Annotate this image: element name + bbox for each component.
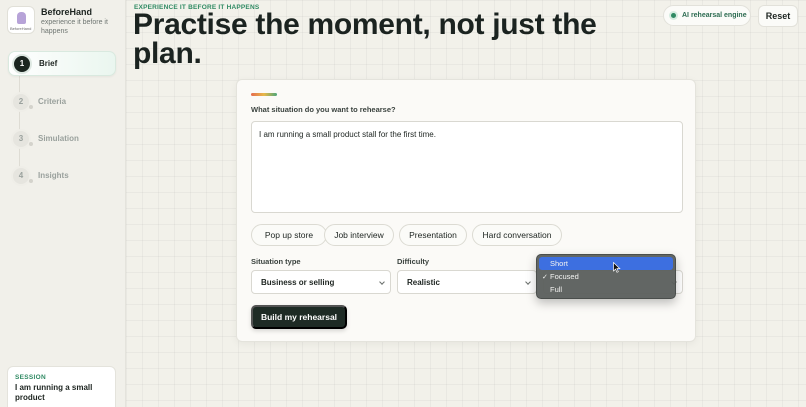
chevron-down-icon: [379, 279, 385, 285]
step-number: 4: [11, 165, 31, 186]
step-brief[interactable]: 1 Brief: [8, 51, 116, 76]
session-label: SESSION: [15, 374, 46, 381]
brand-name: BeforeHand: [41, 7, 93, 17]
session-card: SESSION I am running a small product: [7, 366, 116, 407]
dropdown-option-focused[interactable]: ✓ Focused: [539, 270, 673, 283]
main-area: EXPERIENCE IT BEFORE IT HAPPENS Practise…: [126, 0, 806, 407]
difficulty-select[interactable]: Realistic: [397, 270, 537, 294]
step-label: Simulation: [38, 134, 79, 143]
logo-figure: [17, 12, 26, 24]
step-number: 3: [11, 128, 31, 149]
engine-badge-label: AI rehearsal engine: [682, 12, 747, 19]
dropdown-option-short[interactable]: Short: [539, 257, 673, 270]
step-number: 2: [11, 91, 31, 112]
logo-caption: BeforeHand: [10, 26, 32, 31]
step-label: Criteria: [38, 97, 67, 106]
session-text: I am running a small product: [15, 383, 93, 402]
difficulty-value: Realistic: [407, 277, 440, 287]
step-insights[interactable]: 4 Insights: [8, 163, 116, 188]
situation-type-value: Business or selling: [261, 277, 335, 287]
difficulty-label: Difficulty: [397, 257, 430, 266]
brand[interactable]: BeforeHand BeforeHand experience it befo…: [7, 5, 122, 37]
option-label: Full: [550, 285, 563, 294]
dropdown-option-full[interactable]: Full: [539, 283, 673, 296]
chip-pop-up-store[interactable]: Pop up store: [251, 224, 327, 246]
reset-button[interactable]: Reset: [758, 5, 798, 27]
step-label: Brief: [39, 59, 58, 68]
situation-question: What situation do you want to rehearse?: [251, 105, 396, 114]
mouse-cursor-icon: [613, 262, 621, 273]
chevron-down-icon: [525, 279, 531, 285]
option-label: Short: [550, 259, 568, 268]
situation-type-label: Situation type: [251, 257, 301, 266]
engine-badge: AI rehearsal engine: [663, 5, 751, 26]
build-rehearsal-button[interactable]: Build my rehearsal: [251, 305, 347, 329]
step-simulation[interactable]: 3 Simulation: [8, 126, 116, 151]
chip-job-interview[interactable]: Job interview: [324, 224, 394, 246]
step-criteria[interactable]: 2 Criteria: [8, 89, 116, 114]
check-icon: ✓: [542, 273, 548, 281]
chip-presentation[interactable]: Presentation: [399, 224, 467, 246]
step-number: 1: [12, 53, 32, 74]
chip-hard-conversation[interactable]: Hard conversation: [472, 224, 562, 246]
brand-tagline: experience it before it happens: [41, 19, 108, 35]
brief-card: What situation do you want to rehearse? …: [236, 79, 696, 342]
sidebar: BeforeHand BeforeHand experience it befo…: [0, 0, 126, 407]
page-title: Practise the moment, not just the plan.: [133, 8, 597, 70]
situation-input[interactable]: I am running a small product stall for t…: [251, 121, 683, 213]
option-label: Focused: [550, 272, 579, 281]
step-dot-icon: [29, 179, 33, 183]
step-dot-icon: [29, 105, 33, 109]
step-dot-icon: [29, 142, 33, 146]
accent-bar: [251, 93, 277, 96]
length-dropdown-menu: Short ✓ Focused Full: [536, 254, 676, 299]
brand-logo-icon: BeforeHand: [7, 6, 35, 34]
status-dot-icon: [671, 13, 676, 18]
situation-type-select[interactable]: Business or selling: [251, 270, 391, 294]
step-label: Insights: [38, 171, 69, 180]
